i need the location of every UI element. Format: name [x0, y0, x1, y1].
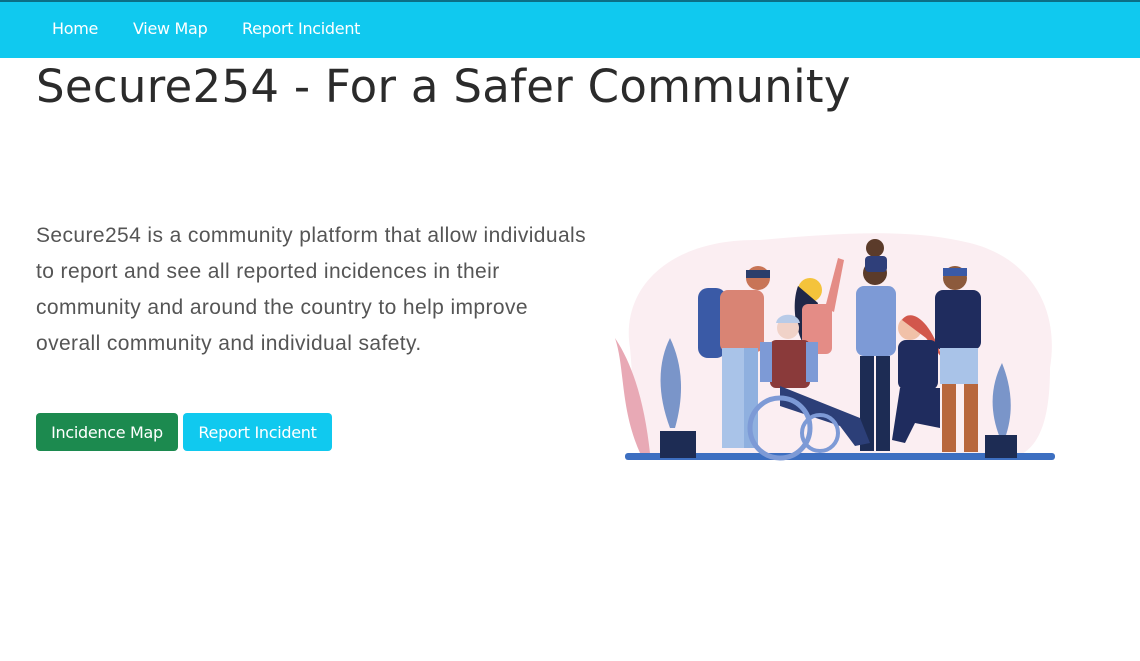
incidence-map-button[interactable]: Incidence Map [36, 413, 178, 451]
page-title: Secure254 - For a Safer Community [36, 60, 851, 113]
top-navbar: Home View Map Report Incident [0, 0, 1140, 58]
nav-home-link[interactable]: Home [52, 19, 98, 38]
nav-report-incident-link[interactable]: Report Incident [242, 19, 360, 38]
community-people-illustration [615, 233, 1055, 461]
report-incident-button[interactable]: Report Incident [183, 413, 332, 451]
nav-view-map-link[interactable]: View Map [133, 19, 208, 38]
hero-description: Secure254 is a community platform that a… [36, 224, 586, 355]
